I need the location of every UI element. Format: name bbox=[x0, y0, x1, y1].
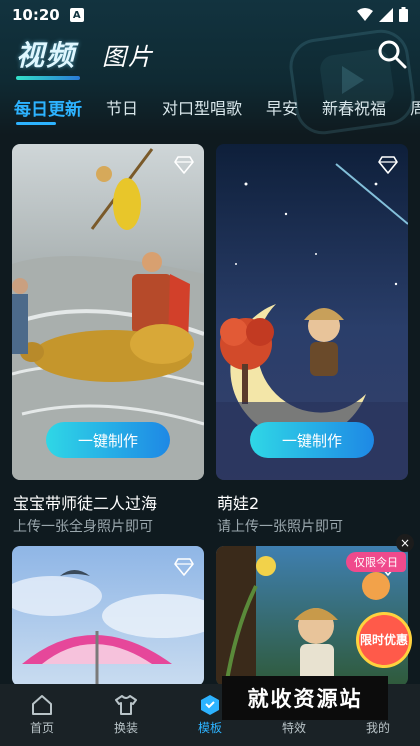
home-icon bbox=[32, 695, 52, 715]
tab-good-morning[interactable]: 早安 bbox=[266, 95, 298, 119]
card-title: 宝宝带师徒二人过海 bbox=[13, 494, 158, 513]
wifi-icon bbox=[357, 7, 373, 21]
card-subtitle: 请上传一张照片即可 bbox=[217, 519, 343, 535]
tab-daily-update[interactable]: 每日更新 bbox=[14, 95, 82, 120]
status-time: 10:20 bbox=[12, 6, 60, 24]
diamond-icon bbox=[174, 558, 194, 576]
tab-video[interactable]: 视频 bbox=[16, 34, 80, 80]
tab-active-indicator bbox=[16, 122, 56, 125]
category-tabs: 每日更新 节日 对口型唱歌 早安 新春祝福 周 bbox=[0, 92, 420, 122]
tab-holiday[interactable]: 节日 bbox=[106, 95, 138, 119]
signal-icon bbox=[379, 7, 393, 22]
diamond-icon bbox=[174, 156, 194, 174]
tab-more[interactable]: 周 bbox=[410, 95, 420, 119]
tab-video-underline bbox=[16, 76, 80, 80]
watermark: 就收资源站 bbox=[222, 676, 388, 720]
template-card[interactable]: 一键制作 bbox=[216, 144, 408, 480]
template-icon bbox=[201, 695, 219, 715]
tab-new-year[interactable]: 新春祝福 bbox=[322, 95, 386, 119]
today-only-tag[interactable]: 仅限今日 bbox=[346, 552, 406, 572]
tab-video-label: 视频 bbox=[16, 39, 77, 72]
search-icon[interactable] bbox=[376, 38, 408, 70]
notification-icon: A bbox=[69, 8, 84, 22]
tab-lip-sync[interactable]: 对口型唱歌 bbox=[162, 95, 242, 119]
close-promo-button[interactable]: × bbox=[396, 534, 414, 552]
nav-dress-up[interactable]: 换装 bbox=[84, 684, 168, 746]
nav-home-label: 首页 bbox=[29, 721, 54, 735]
template-card[interactable]: 一键制作 bbox=[12, 144, 204, 480]
header-title-row: 视频 图片 bbox=[16, 34, 408, 80]
nav-template-label: 模板 bbox=[197, 721, 222, 735]
battery-icon bbox=[399, 7, 408, 22]
card-title: 萌娃2 bbox=[217, 494, 260, 513]
nav-home[interactable]: 首页 bbox=[0, 684, 84, 746]
shirt-icon bbox=[115, 695, 137, 715]
status-bar: 10:20 A bbox=[0, 0, 420, 30]
diamond-icon bbox=[378, 156, 398, 174]
tab-image[interactable]: 图片 bbox=[102, 37, 154, 72]
one-click-make-button[interactable]: 一键制作 bbox=[250, 422, 374, 458]
one-click-make-button[interactable]: 一键制作 bbox=[46, 422, 170, 458]
limited-offer-badge[interactable]: 限时优惠 bbox=[356, 612, 412, 668]
template-card[interactable] bbox=[12, 546, 204, 686]
nav-dress-up-label: 换装 bbox=[113, 721, 138, 735]
nav-effects-label: 特效 bbox=[281, 721, 306, 735]
nav-profile-label: 我的 bbox=[365, 721, 390, 735]
card-subtitle: 上传一张全身照片即可 bbox=[13, 519, 153, 535]
